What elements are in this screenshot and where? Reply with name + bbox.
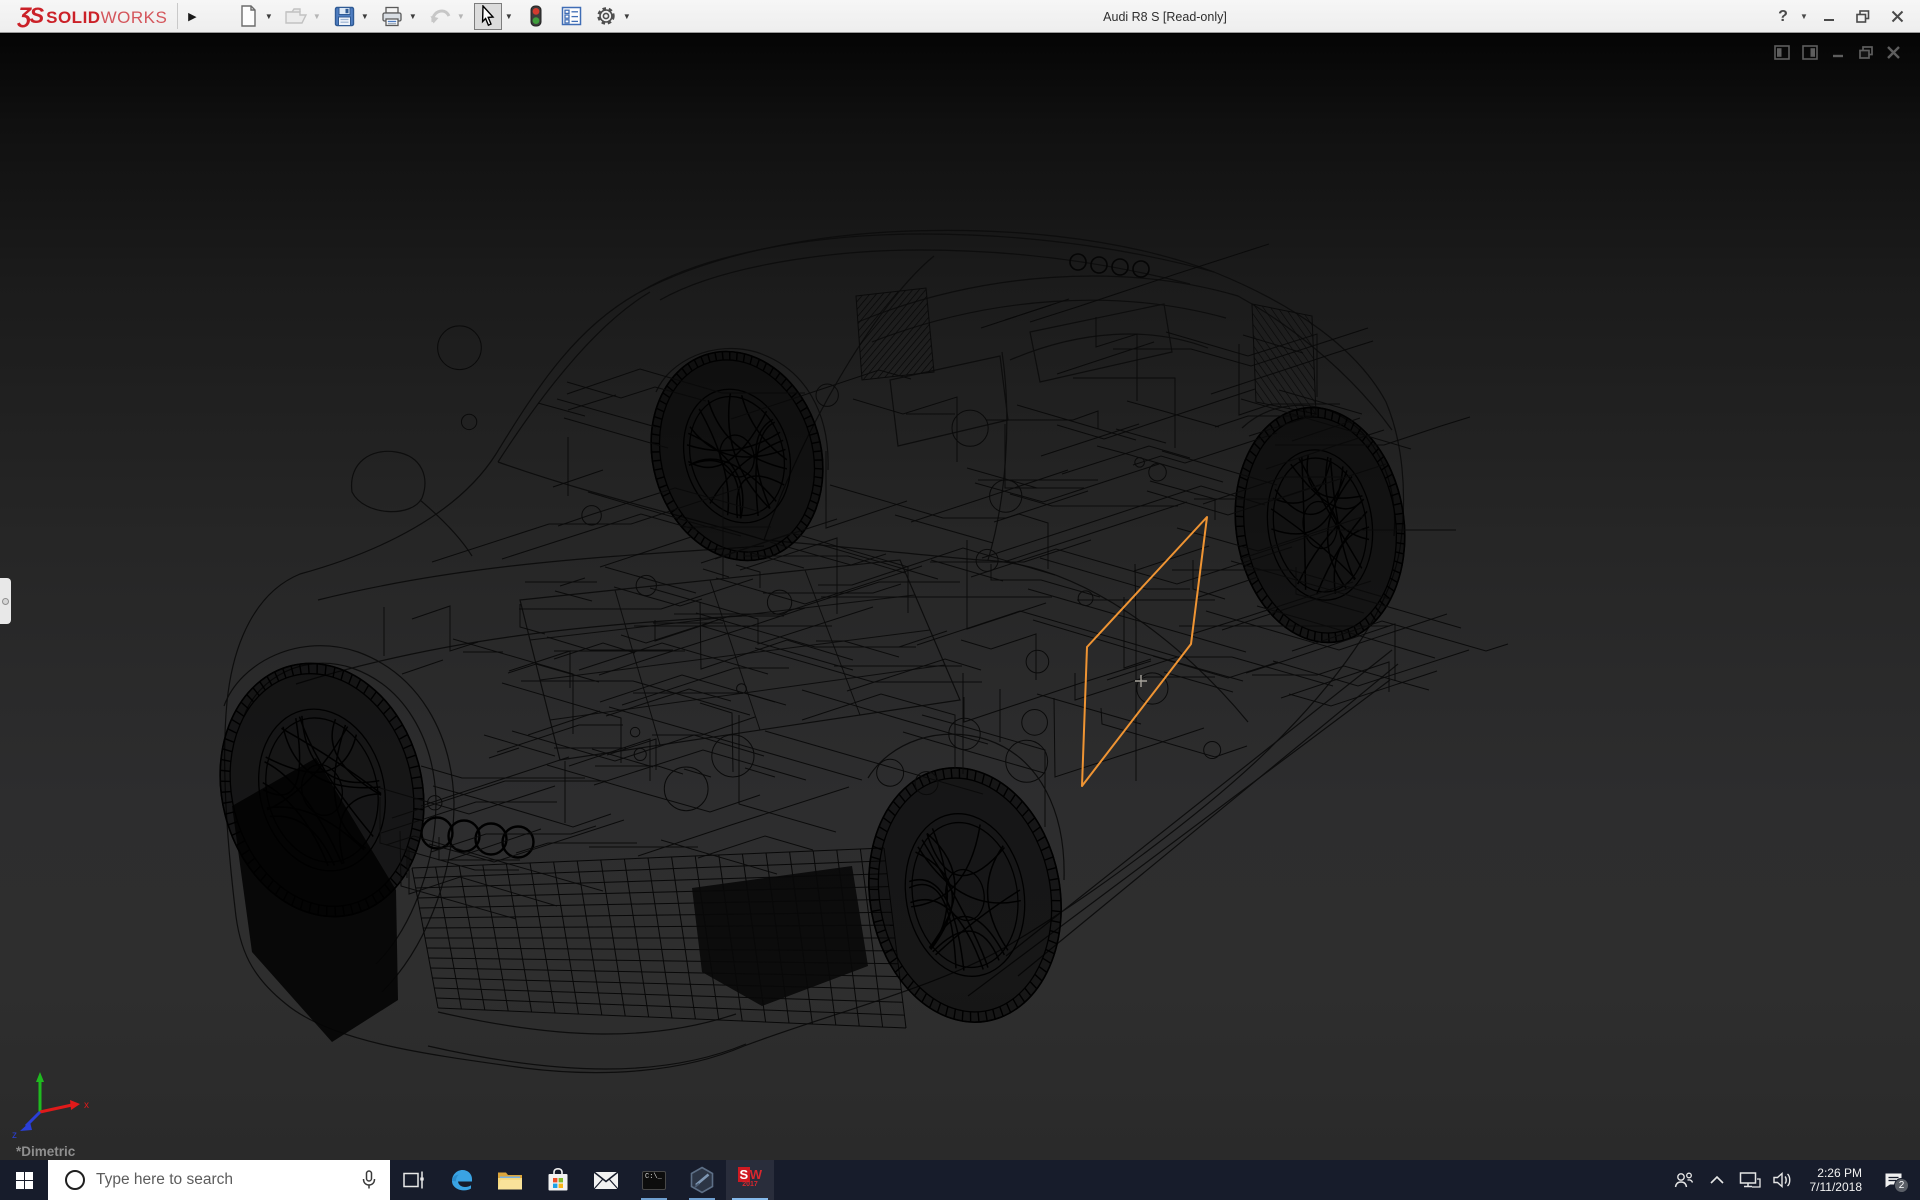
quick-access-toolbar: ▼ ▼ ▼ ▼ ▼ ▼ ▼ bbox=[234, 2, 638, 30]
save-caret[interactable]: ▼ bbox=[358, 3, 371, 30]
highlighted-sketch[interactable] bbox=[1081, 516, 1208, 787]
close-button[interactable] bbox=[1882, 4, 1912, 30]
featuremanager-tab-dot bbox=[2, 597, 9, 605]
notification-badge: 2 bbox=[1894, 1178, 1909, 1193]
save-button[interactable] bbox=[330, 3, 358, 30]
undo-arrow-icon bbox=[430, 9, 451, 24]
show-pane-right-button[interactable] bbox=[1801, 44, 1818, 61]
edge-icon bbox=[452, 1170, 472, 1191]
restore-icon bbox=[1856, 10, 1870, 23]
windows-logo-icon bbox=[15, 1171, 33, 1189]
mail-icon bbox=[593, 1170, 619, 1189]
sketch-polygon[interactable] bbox=[1081, 516, 1208, 787]
undo-caret[interactable]: ▼ bbox=[454, 3, 467, 30]
minimize-button[interactable] bbox=[1814, 4, 1844, 30]
task-view-icon bbox=[403, 1171, 424, 1189]
open-button[interactable] bbox=[282, 3, 310, 30]
select-tool-caret[interactable]: ▼ bbox=[502, 3, 515, 30]
doc-close-button[interactable] bbox=[1885, 44, 1902, 61]
window-controls: ? ▼ bbox=[1772, 0, 1912, 33]
solidworks-logo-mark: ƷS bbox=[18, 3, 44, 28]
new-document-button[interactable] bbox=[234, 3, 262, 30]
rebuild-button[interactable] bbox=[522, 3, 550, 30]
solidworks-icon: SW 2017 bbox=[738, 1167, 762, 1188]
menu-flyout-arrow-icon[interactable]: ▶ bbox=[184, 5, 200, 27]
edge-button[interactable] bbox=[438, 1160, 486, 1200]
help-caret[interactable]: ▼ bbox=[1798, 4, 1810, 30]
volume-icon bbox=[1772, 1171, 1790, 1189]
minimize-icon bbox=[1824, 18, 1834, 21]
windows-taskbar: C:\_ SW 2017 bbox=[0, 1160, 1920, 1200]
new-document-icon bbox=[241, 5, 257, 27]
cortana-icon bbox=[65, 1170, 85, 1190]
file-explorer-icon bbox=[498, 1172, 522, 1190]
options-button[interactable] bbox=[592, 3, 620, 30]
store-icon bbox=[548, 1168, 568, 1191]
action-center-button[interactable]: 2 bbox=[1876, 1160, 1910, 1200]
svg-text:x: x bbox=[84, 1100, 89, 1111]
solidworks-taskbar-button[interactable]: SW 2017 bbox=[726, 1160, 774, 1200]
select-cursor-icon bbox=[482, 5, 495, 27]
doc-restore-button[interactable] bbox=[1857, 44, 1874, 61]
restore-button[interactable] bbox=[1848, 4, 1878, 30]
store-button[interactable] bbox=[534, 1160, 582, 1200]
title-bar: ƷS SOLID WORKS ▶ ▼ ▼ ▼ ▼ ▼ ▼ ▼ Audi R8 S… bbox=[0, 0, 1920, 33]
open-caret[interactable]: ▼ bbox=[310, 3, 323, 30]
options-caret[interactable]: ▼ bbox=[620, 3, 633, 30]
solidworks-logo: ƷS SOLID WORKS bbox=[18, 3, 168, 28]
chevron-up-icon bbox=[1709, 1175, 1724, 1184]
mail-button[interactable] bbox=[582, 1160, 630, 1200]
divider bbox=[177, 3, 179, 29]
doc-minimize-button[interactable] bbox=[1829, 44, 1846, 61]
hexagon-app-icon bbox=[690, 1166, 714, 1194]
properties-button[interactable] bbox=[557, 3, 585, 30]
car-wireframe-canvas[interactable]: xz bbox=[0, 34, 1920, 1160]
hidden-icons-button[interactable] bbox=[1704, 1160, 1730, 1200]
taskbar-clock[interactable]: 2:26 PM 7/11/2018 bbox=[1803, 1166, 1870, 1194]
properties-list-icon bbox=[561, 6, 582, 26]
window-title: Audi R8 S [Read-only] bbox=[1103, 9, 1227, 24]
close-icon bbox=[1891, 10, 1903, 23]
save-floppy-icon bbox=[334, 6, 355, 26]
audi-r8-wireframe[interactable] bbox=[194, 229, 1509, 1074]
print-button[interactable] bbox=[378, 3, 406, 30]
graphics-viewport[interactable]: xz *Dimetric bbox=[0, 34, 1920, 1160]
volume-button[interactable] bbox=[1770, 1160, 1796, 1200]
print-caret[interactable]: ▼ bbox=[406, 3, 419, 30]
rebuild-stoplight-icon bbox=[530, 5, 542, 27]
orientation-triad-icon[interactable]: xz bbox=[12, 1072, 89, 1141]
start-button[interactable] bbox=[0, 1160, 48, 1200]
help-button[interactable]: ? bbox=[1772, 4, 1794, 30]
search-input[interactable] bbox=[96, 1171, 362, 1189]
print-icon bbox=[382, 6, 402, 26]
undo-button[interactable] bbox=[426, 3, 454, 30]
network-icon bbox=[1739, 1172, 1761, 1188]
command-prompt-icon: C:\_ bbox=[642, 1170, 666, 1190]
task-view-button[interactable] bbox=[390, 1160, 438, 1200]
svg-text:z: z bbox=[12, 1130, 17, 1141]
show-pane-left-button[interactable] bbox=[1773, 44, 1790, 61]
new-document-caret[interactable]: ▼ bbox=[262, 3, 275, 30]
people-button[interactable] bbox=[1671, 1160, 1697, 1200]
document-window-controls bbox=[1773, 44, 1902, 61]
featuremanager-collapsed-tab[interactable] bbox=[0, 578, 11, 624]
file-explorer-button[interactable] bbox=[486, 1160, 534, 1200]
solidworks-window: ƷS SOLID WORKS ▶ ▼ ▼ ▼ ▼ ▼ ▼ ▼ Audi R8 S… bbox=[0, 0, 1920, 1200]
select-tool-button[interactable] bbox=[474, 2, 503, 30]
clock-time: 2:26 PM bbox=[1817, 1166, 1862, 1180]
view-orientation-label: *Dimetric bbox=[16, 1144, 76, 1159]
options-gear-icon bbox=[597, 7, 616, 25]
open-folder-icon bbox=[285, 8, 308, 24]
people-icon bbox=[1674, 1172, 1693, 1188]
command-prompt-button[interactable]: C:\_ bbox=[630, 1160, 678, 1200]
clock-date: 7/11/2018 bbox=[1809, 1180, 1863, 1194]
hexagon-app-button[interactable] bbox=[678, 1160, 726, 1200]
microphone-icon[interactable] bbox=[362, 1170, 376, 1190]
taskbar-search[interactable] bbox=[48, 1160, 390, 1200]
system-tray: 2:26 PM 7/11/2018 2 bbox=[1671, 1160, 1920, 1200]
network-button[interactable] bbox=[1737, 1160, 1763, 1200]
